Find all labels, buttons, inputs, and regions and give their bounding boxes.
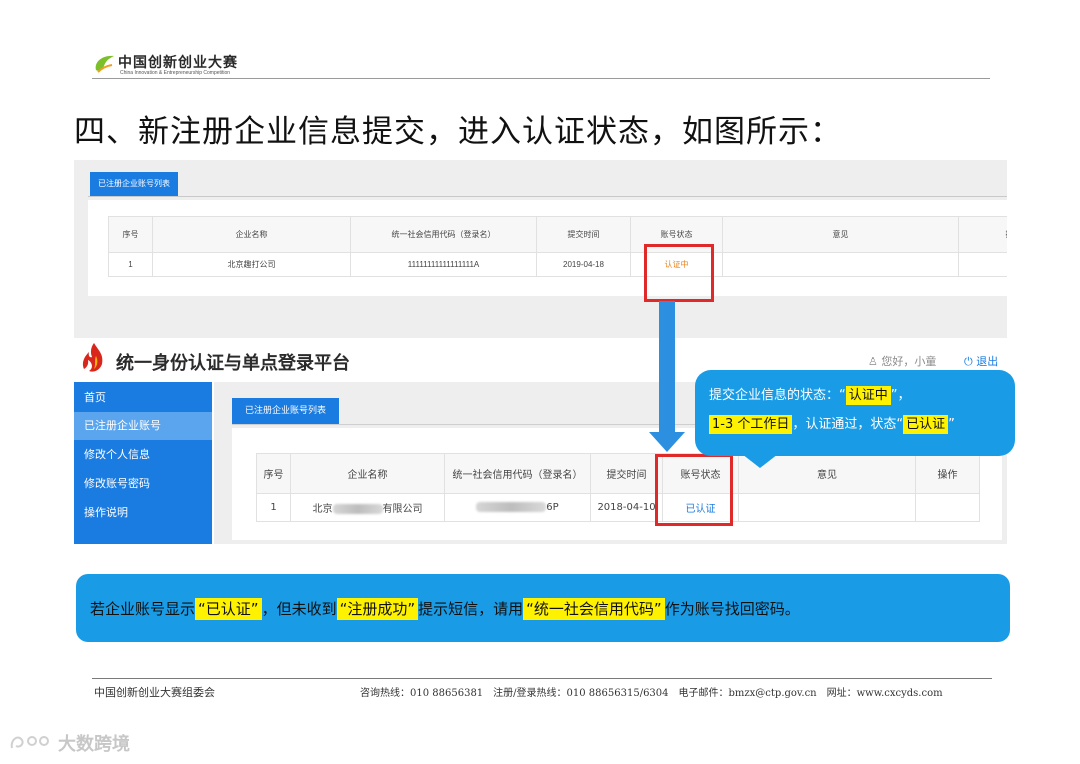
col-header-index: 序号 <box>108 216 153 253</box>
sidebar-item-home[interactable]: 首页 <box>74 384 212 412</box>
cell-company: 北京趣打公司 <box>152 252 351 277</box>
col-header-opinion: 意见 <box>722 216 959 253</box>
cell-date: 2019-04-18 <box>536 252 631 277</box>
callout-line-1: 提交企业信息的状态：“ 认证中”， <box>709 386 911 405</box>
table-row: 1 北京 有限公司 6P 2018-04-10 已认证 <box>256 493 980 522</box>
sidebar: 首页 已注册企业账号 修改个人信息 修改账号密码 操作说明 <box>74 382 212 544</box>
status-callout: 提交企业信息的状态：“ 认证中”， 1-3 个工作日 ，认证通过，状态“ 已认证” <box>695 370 1015 456</box>
notice-text: 若企业账号显示 “已认证” ，但未收到 “注册成功” 提示短信，请用 “统一社会信用代码”… <box>90 598 800 620</box>
highlight-duration: 1-3 个工作日 <box>709 415 793 434</box>
cell-index: 1 <box>108 252 153 277</box>
screenshot-panel-pending: 已注册企业账号列表 序号 企业名称 统一社会信用代码（登录名） 提交时间 账号状… <box>74 160 1007 338</box>
highlight-register-success: “注册成功” <box>336 598 419 620</box>
watermark-logo-icon <box>10 736 49 749</box>
redacted-blur <box>332 504 383 514</box>
tab-registered-accounts[interactable]: 已注册企业账号列表 <box>232 398 339 424</box>
table-header-row: 序号 企业名称 统一社会信用代码（登录名） 提交时间 账号状态 意见 操作 <box>108 216 1007 253</box>
footer-organizer: 中国创新创业大赛组委会 <box>94 686 215 699</box>
down-arrow-icon <box>659 301 675 433</box>
notice-banner: 若企业账号显示 “已认证” ，但未收到 “注册成功” 提示短信，请用 “统一社会信用代码”… <box>76 574 1010 642</box>
logo-en-text: China Innovation & Entrepreneurship Comp… <box>120 70 231 76</box>
footer-contact: 咨询热线：010 88656381 注册/登录热线：010 88656315/6… <box>360 688 943 699</box>
flame-emblem-icon <box>82 343 103 372</box>
platform-title: 统一身份认证与单点登录平台 <box>116 353 350 374</box>
sidebar-item-change-password[interactable]: 修改账号密码 <box>74 470 212 498</box>
accounts-table: 序号 企业名称 统一社会信用代码（登录名） 提交时间 账号状态 意见 操作 1 … <box>108 216 1007 277</box>
status-highlight-box-certified <box>655 454 733 526</box>
col-header-credit-code: 统一社会信用代码（登录名） <box>444 453 591 494</box>
highlight-certified-status: “已认证” <box>195 598 262 620</box>
watermark: 大数跨境 <box>8 728 168 756</box>
cell-opinion <box>722 252 959 277</box>
down-arrow-head <box>649 432 685 452</box>
watermark-text: 大数跨境 <box>58 734 130 755</box>
col-header-company: 企业名称 <box>290 453 445 494</box>
sidebar-item-instructions[interactable]: 操作说明 <box>74 499 212 527</box>
redacted-blur <box>476 502 547 512</box>
accounts-table: 序号 企业名称 统一社会信用代码（登录名） 提交时间 账号状态 意见 操作 1 … <box>256 453 980 522</box>
highlight-certified: 已认证 <box>903 415 949 434</box>
slide-title: 四、新注册企业信息提交，进入认证状态，如图所示： <box>74 114 842 150</box>
top-divider <box>92 78 990 79</box>
cell-company: 北京 有限公司 <box>290 493 445 522</box>
cell-date: 2018-04-10 <box>590 493 663 522</box>
leaf-logo-icon <box>95 55 114 73</box>
sidebar-item-registered-accounts[interactable]: 已注册企业账号 <box>74 412 212 440</box>
callout-pointer <box>742 454 778 468</box>
col-header-credit-code: 统一社会信用代码（登录名） <box>350 216 537 253</box>
col-header-date: 提交时间 <box>536 216 631 253</box>
tab-underline <box>88 196 1007 197</box>
table-row: 1 北京趣打公司 11111111111111111A 2019-04-18 认… <box>108 252 1007 277</box>
logo-cn-text: 中国创新创业大赛 <box>118 55 238 71</box>
callout-line-2: 1-3 个工作日 ，认证通过，状态“ 已认证” <box>709 413 955 434</box>
status-highlight-box-pending <box>644 244 714 302</box>
tab-registered-accounts[interactable]: 已注册企业账号列表 <box>90 172 178 196</box>
cell-action <box>915 493 980 522</box>
highlight-credit-code: “统一社会信用代码” <box>523 598 665 620</box>
cell-credit-code: 6P <box>444 493 591 522</box>
col-header-action: 操作 <box>958 216 1007 253</box>
table-header-row: 序号 企业名称 统一社会信用代码（登录名） 提交时间 账号状态 意见 操作 <box>256 453 980 494</box>
power-icon: ⏻ <box>964 355 973 368</box>
user-icon: ♙ <box>868 355 878 368</box>
highlight-pending: 认证中 <box>845 386 891 405</box>
sidebar-item-edit-profile[interactable]: 修改个人信息 <box>74 441 212 469</box>
logout-link[interactable]: ⏻ 退出 <box>964 353 998 369</box>
competition-logo: 中国创新创业大赛 China Innovation & Entrepreneur… <box>92 50 292 80</box>
bottom-divider <box>92 678 992 679</box>
cell-index: 1 <box>256 493 291 522</box>
col-header-action: 操作 <box>915 453 980 494</box>
col-header-company: 企业名称 <box>152 216 351 253</box>
cell-credit-code: 11111111111111111A <box>350 252 537 277</box>
table-card: 序号 企业名称 统一社会信用代码（登录名） 提交时间 账号状态 意见 操作 1 … <box>88 200 1007 296</box>
cell-opinion <box>738 493 916 522</box>
user-greeting: ♙ 您好，小童 <box>868 355 937 368</box>
cell-action <box>958 252 1007 277</box>
col-header-date: 提交时间 <box>590 453 663 494</box>
col-header-index: 序号 <box>256 453 291 494</box>
